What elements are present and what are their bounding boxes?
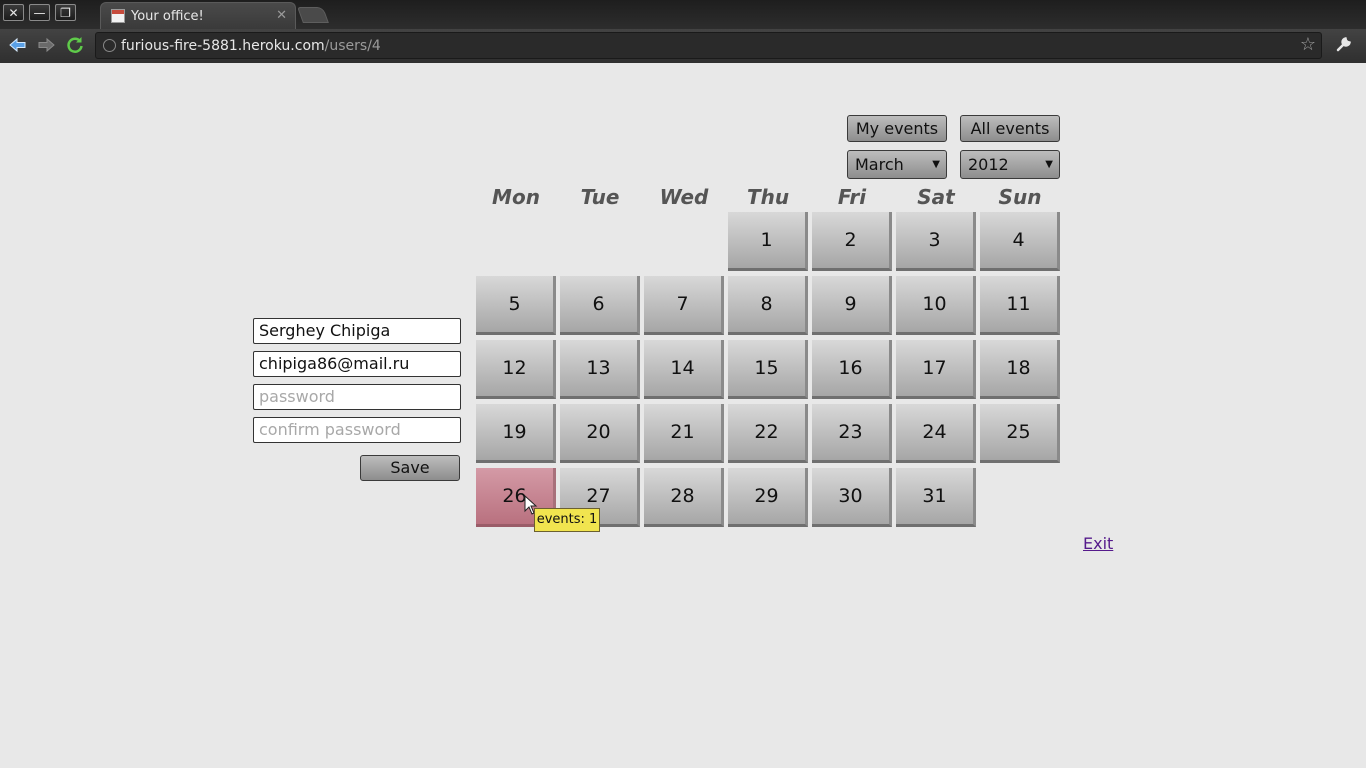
tab-strip: ✕ — ❐ Your office! ✕ [0,0,1366,29]
calendar-day[interactable]: 30 [812,468,892,527]
url-host: furious-fire-5881.heroku.com [121,38,325,54]
browser-chrome: ✕ — ❐ Your office! ✕ furious-fire-5881.h… [0,0,1366,63]
calendar-day[interactable]: 22 [728,404,808,463]
month-select[interactable]: March ▼ [847,150,947,179]
window-minimize-button[interactable]: — [29,4,50,21]
globe-icon [103,39,116,52]
calendar-day[interactable]: 10 [896,276,976,335]
calendar-day[interactable]: 18 [980,340,1060,399]
year-select[interactable]: 2012 ▼ [960,150,1060,179]
confirm-password-field[interactable]: confirm password [253,417,461,443]
calendar-day[interactable]: 8 [728,276,808,335]
calendar-day[interactable]: 3 [896,212,976,271]
star-icon[interactable]: ☆ [1300,35,1316,55]
forward-arrow-icon[interactable] [36,35,56,55]
calendar-day[interactable]: 28 [644,468,724,527]
name-field[interactable]: Serghey Chipiga [253,318,461,344]
address-bar[interactable]: furious-fire-5881.heroku.com/users/4 ☆ [95,32,1322,59]
month-select-value: March [855,155,904,174]
events-tooltip: events: 1 [534,508,600,532]
calendar-day[interactable]: 15 [728,340,808,399]
dropdown-arrow-icon: ▼ [932,159,940,170]
calendar-day[interactable]: 24 [896,404,976,463]
dropdown-arrow-icon: ▼ [1045,159,1053,170]
calendar-day[interactable]: 2 [812,212,892,271]
year-select-value: 2012 [968,155,1009,174]
calendar-day[interactable]: 9 [812,276,892,335]
window-close-button[interactable]: ✕ [3,4,24,21]
calendar-day[interactable]: 1 [728,212,808,271]
calendar-day[interactable]: 25 [980,404,1060,463]
calendar-day[interactable]: 23 [812,404,892,463]
calendar-favicon-icon [111,9,125,23]
password-field[interactable]: password [253,384,461,410]
calendar-day[interactable]: 6 [560,276,640,335]
calendar-day[interactable]: 7 [644,276,724,335]
calendar-day[interactable]: 4 [980,212,1060,271]
calendar-day[interactable]: 21 [644,404,724,463]
calendar-day[interactable]: 19 [476,404,556,463]
window-maximize-button[interactable]: ❐ [55,4,76,21]
weekday-sat: Sat [917,185,955,209]
weekday-thu: Thu [746,185,790,209]
calendar-day[interactable]: 17 [896,340,976,399]
calendar-day[interactable]: 11 [980,276,1060,335]
weekday-mon: Mon [492,185,540,209]
save-button[interactable]: Save [360,455,460,481]
wrench-icon[interactable] [1335,35,1353,58]
calendar-day[interactable]: 14 [644,340,724,399]
browser-toolbar: furious-fire-5881.heroku.com/users/4 ☆ [0,29,1366,63]
browser-tab[interactable]: Your office! ✕ [100,2,296,29]
weekday-wed: Wed [659,185,709,209]
weekday-sun: Sun [998,185,1042,209]
weekday-tue: Tue [580,185,620,209]
all-events-button[interactable]: All events [960,115,1060,142]
tab-close-icon[interactable]: ✕ [276,8,287,23]
url-path: /users/4 [324,38,381,54]
calendar-day[interactable]: 16 [812,340,892,399]
calendar-day[interactable]: 31 [896,468,976,527]
back-arrow-icon[interactable] [8,35,28,55]
calendar-day[interactable]: 20 [560,404,640,463]
new-tab-button[interactable] [297,7,329,23]
calendar-day[interactable]: 13 [560,340,640,399]
reload-icon[interactable] [65,35,85,55]
exit-link[interactable]: Exit [1083,535,1113,553]
my-events-button[interactable]: My events [847,115,947,142]
calendar-day[interactable]: 29 [728,468,808,527]
calendar-day[interactable]: 5 [476,276,556,335]
tab-title: Your office! [131,9,204,24]
weekday-fri: Fri [837,185,867,209]
calendar-day[interactable]: 12 [476,340,556,399]
email-field[interactable]: chipiga86@mail.ru [253,351,461,377]
url-text: furious-fire-5881.heroku.com/users/4 [121,38,381,54]
